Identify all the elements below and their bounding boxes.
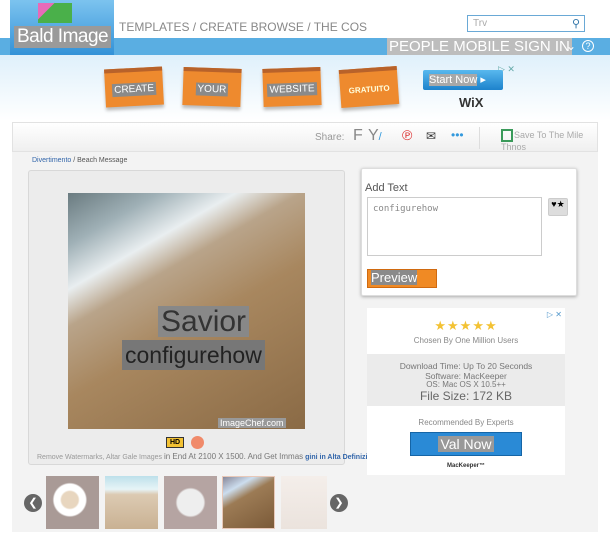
logo-text: Bald Image xyxy=(14,26,112,48)
chevron-down-icon[interactable]: ⌄ xyxy=(566,38,576,55)
watermark: ImageChef.com xyxy=(218,418,286,428)
share-label: Share: xyxy=(315,132,345,143)
twitter-icon[interactable]: Y/ xyxy=(368,127,382,145)
save-label: Save To The Mile Thnos xyxy=(501,129,584,152)
more-icon[interactable]: ••• xyxy=(451,128,464,142)
account-menu[interactable]: PEOPLE MOBILE SIGN IN xyxy=(387,38,572,55)
breadcrumb-link[interactable]: Divertimento xyxy=(32,157,71,164)
email-icon[interactable]: ✉ xyxy=(426,129,436,143)
help-icon[interactable]: ? xyxy=(582,40,594,52)
thumbnail-thank-you[interactable] xyxy=(281,476,327,529)
ad-download: Download Time: Up To 20 Seconds xyxy=(399,361,533,371)
ad-size: File Size: 172 KB xyxy=(419,389,513,403)
thumbnail-beach-your-text[interactable] xyxy=(222,476,275,529)
divider xyxy=(479,127,480,149)
facebook-icon[interactable]: F xyxy=(353,127,363,145)
side-ad[interactable]: ▷ ✕ ★★★★★ Chosen By One Million Users Do… xyxy=(367,308,565,475)
save-icon xyxy=(501,129,513,142)
save-button[interactable]: Save To The Mile Thnos xyxy=(501,129,597,152)
thumbnail-message-card[interactable] xyxy=(164,476,217,529)
ad-brand: MacKeeper™ xyxy=(446,463,485,469)
download-icon[interactable] xyxy=(191,436,204,449)
carousel-next-button[interactable]: ❯ xyxy=(330,494,348,512)
share-toolbar: Share: F Y/ ℗ ✉ ••• Save To The Mile Thn… xyxy=(12,122,598,152)
symbols-button[interactable]: ♥★ xyxy=(548,198,568,216)
add-text-label: Add Text xyxy=(365,182,408,194)
ad-card: GRATUITO xyxy=(338,66,400,108)
ad-card: CREATE xyxy=(104,66,164,108)
rating-stars: ★★★★★ xyxy=(434,318,498,333)
pinterest-icon[interactable]: ℗ xyxy=(402,127,412,143)
logo-flag-icon xyxy=(38,3,72,23)
breadcrumb: Divertimento / Beach Message xyxy=(32,157,127,164)
hd-badge[interactable]: HD xyxy=(166,437,184,448)
ad-chosen: Chosen By One Million Users xyxy=(413,336,519,345)
ad-card: YOUR xyxy=(182,66,242,108)
logo[interactable]: Bald Image xyxy=(10,0,114,60)
text-input[interactable]: configurehow xyxy=(367,197,542,256)
thumbnail-coffee[interactable] xyxy=(46,476,99,529)
search-placeholder: Trv xyxy=(473,18,488,29)
image-text-line1: Savior xyxy=(158,306,250,337)
start-now-button[interactable]: Start Now ▸ xyxy=(423,70,503,90)
search-icon[interactable]: ⚲ xyxy=(572,17,580,30)
breadcrumb-current: / Beach Message xyxy=(73,157,128,164)
ad-card: WEBSITE xyxy=(262,66,322,108)
carousel-prev-button[interactable]: ❮ xyxy=(24,494,42,512)
hd-note: Remove Watermarks, Altar Gale Images in … xyxy=(37,452,380,461)
image-text-line2: configurehow xyxy=(122,340,265,370)
ad-recommended: Recommended By Experts xyxy=(418,418,514,427)
preview-button[interactable]: Preview xyxy=(367,269,437,288)
val-now-button[interactable]: Val Now xyxy=(410,432,522,456)
wix-logo: WiX xyxy=(459,95,484,110)
main-nav[interactable]: TEMPLATES / CREATE BROWSE / THE COS xyxy=(119,20,367,34)
search-input[interactable]: Trv ⚲ xyxy=(467,15,585,32)
ad-os: OS: Mac OS X 10.5++ xyxy=(426,380,506,389)
thumbnail-sand-writing[interactable] xyxy=(105,476,158,529)
